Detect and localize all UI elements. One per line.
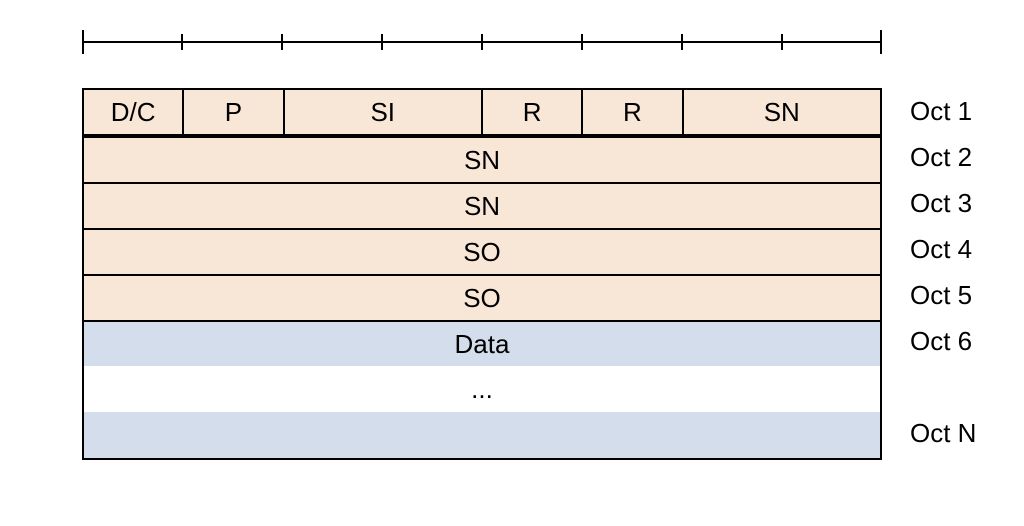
octet-row-n bbox=[84, 412, 880, 458]
octet-row-5: SO bbox=[84, 274, 880, 320]
label-oct-3: Oct 3 bbox=[904, 180, 1014, 226]
field-r2: R bbox=[583, 90, 683, 134]
octet-labels: Oct 1 Oct 2 Oct 3 Oct 4 Oct 5 Oct 6 Oct … bbox=[904, 88, 1014, 456]
field-sn-cont-3: SN bbox=[84, 184, 880, 228]
label-oct-2: Oct 2 bbox=[904, 134, 1014, 180]
field-r1: R bbox=[483, 90, 583, 134]
field-si: SI bbox=[285, 90, 484, 134]
octet-frame: D/C P SI R R SN SN SN SO SO Data ... bbox=[82, 88, 882, 460]
label-oct-6: Oct 6 bbox=[904, 318, 1014, 364]
packet-diagram: D/C P SI R R SN SN SN SO SO Data ... O bbox=[0, 0, 1024, 526]
field-sn-cont-2: SN bbox=[84, 138, 880, 182]
field-data-last bbox=[84, 412, 880, 458]
field-p: P bbox=[184, 90, 284, 134]
field-dc: D/C bbox=[84, 90, 184, 134]
field-so-5: SO bbox=[84, 276, 880, 320]
field-sn: SN bbox=[684, 90, 881, 134]
octet-row-4: SO bbox=[84, 228, 880, 274]
label-oct-n: Oct N bbox=[904, 410, 1014, 456]
octet-row-1: D/C P SI R R SN bbox=[84, 90, 880, 136]
field-so-4: SO bbox=[84, 230, 880, 274]
field-ellipsis: ... bbox=[84, 366, 880, 412]
octet-row-3: SN bbox=[84, 182, 880, 228]
octet-row-6: Data bbox=[84, 320, 880, 366]
octet-row-ellipsis: ... bbox=[84, 366, 880, 412]
bit-ruler bbox=[82, 28, 882, 56]
label-oct-4: Oct 4 bbox=[904, 226, 1014, 272]
field-data: Data bbox=[84, 322, 880, 366]
octet-row-2: SN bbox=[84, 136, 880, 182]
label-oct-gap bbox=[904, 364, 1014, 410]
label-oct-1: Oct 1 bbox=[904, 88, 1014, 134]
label-oct-5: Oct 5 bbox=[904, 272, 1014, 318]
